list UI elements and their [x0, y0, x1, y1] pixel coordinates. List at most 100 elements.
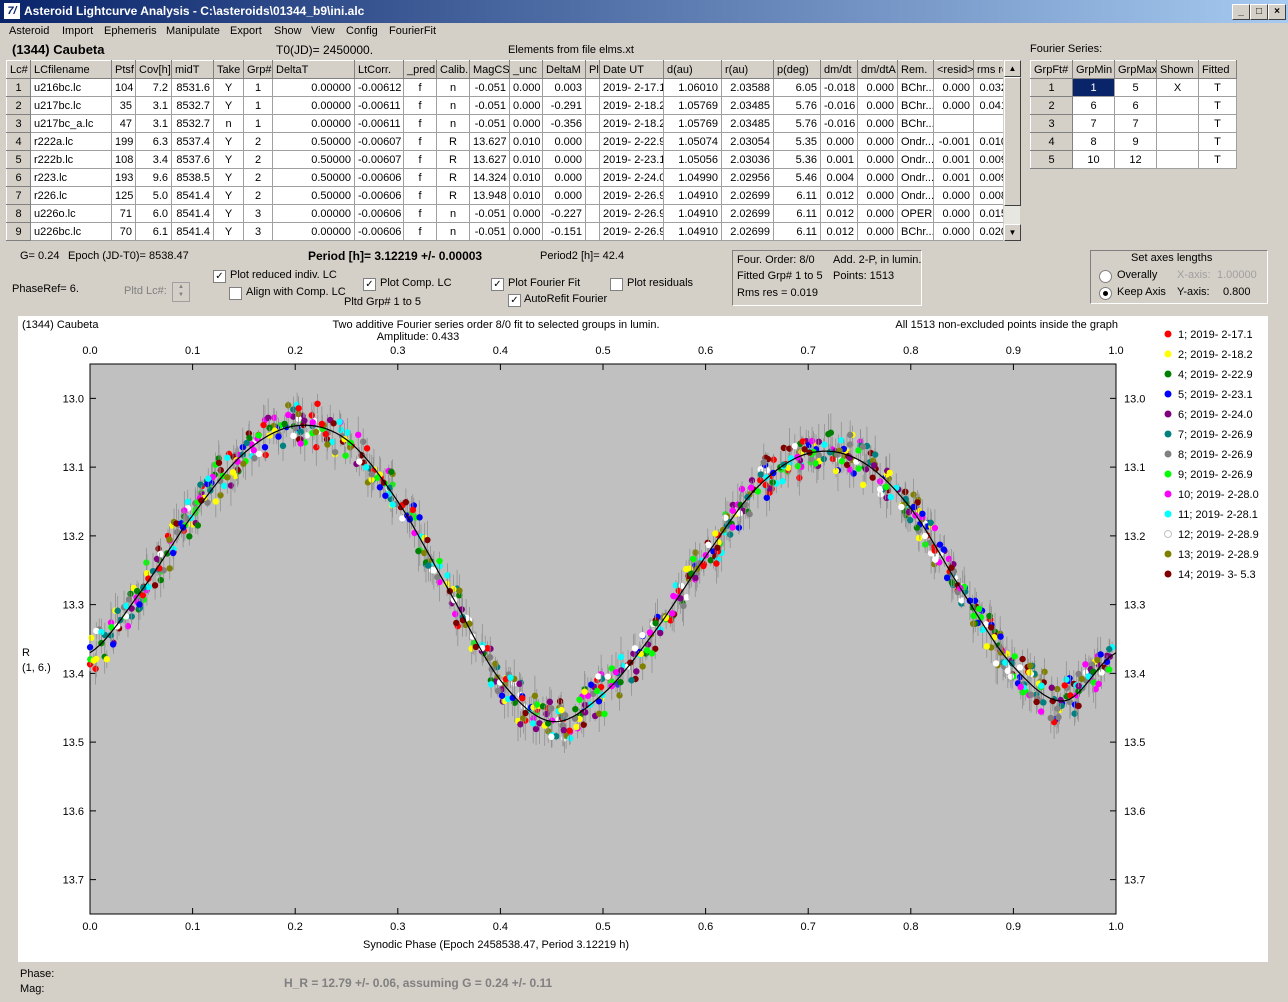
lc-column-header[interactable]: DeltaM: [542, 60, 586, 79]
table-cell[interactable]: 0.000: [509, 96, 543, 115]
table-cell[interactable]: BChr...: [897, 114, 934, 133]
table-cell[interactable]: 0.000: [857, 78, 898, 97]
table-cell[interactable]: 8531.6: [171, 78, 214, 97]
minimize-button[interactable]: _: [1232, 4, 1250, 20]
table-cell[interactable]: 5.35: [773, 132, 821, 151]
table-cell[interactable]: 8538.5: [171, 168, 214, 187]
table-cell[interactable]: 3.1: [135, 114, 172, 133]
table-cell[interactable]: Y: [213, 168, 244, 187]
table-cell[interactable]: 0.50000: [272, 132, 355, 151]
table-cell[interactable]: 108: [111, 150, 136, 169]
table-cell[interactable]: 9: [6, 222, 31, 241]
fourier-row[interactable]: 115XT: [1030, 78, 1237, 97]
menu-view[interactable]: View: [311, 25, 335, 37]
table-cell[interactable]: 125: [111, 186, 136, 205]
overally-radio[interactable]: [1099, 270, 1112, 283]
table-cell[interactable]: 0.000: [933, 222, 974, 241]
fourier-cell[interactable]: [1156, 150, 1199, 169]
table-cell[interactable]: 0.003: [542, 78, 586, 97]
table-cell[interactable]: 0.50000: [272, 186, 355, 205]
fourier-row[interactable]: 5 10 12 T: [1030, 150, 1237, 169]
y-axis-value[interactable]: 0.800: [1223, 286, 1251, 298]
menu-fourierfit[interactable]: FourierFit: [389, 25, 436, 37]
table-cell[interactable]: 1: [243, 96, 273, 115]
fourier-cell[interactable]: [1156, 132, 1199, 151]
fourier-cell[interactable]: 10: [1072, 150, 1115, 169]
table-cell[interactable]: 6: [6, 168, 31, 187]
table-cell[interactable]: 13.627: [469, 132, 510, 151]
table-cell[interactable]: -0.051: [469, 96, 510, 115]
table-cell[interactable]: f: [403, 96, 437, 115]
table-cell[interactable]: 2: [243, 132, 273, 151]
fourier-cell[interactable]: T: [1198, 114, 1237, 133]
table-cell[interactable]: 1.05769: [663, 114, 722, 133]
lc-column-header[interactable]: MagCS: [469, 60, 510, 79]
fourier-cell[interactable]: 12: [1114, 150, 1157, 169]
table-cell[interactable]: 13.948: [469, 186, 510, 205]
table-cell[interactable]: -0.00612: [354, 78, 404, 97]
table-cell[interactable]: u216bc.lc: [30, 78, 112, 97]
table-cell[interactable]: 2.03588: [721, 78, 774, 97]
table-cell[interactable]: -0.00611: [354, 96, 404, 115]
table-cell[interactable]: [585, 222, 600, 241]
x-axis-value[interactable]: 1.00000: [1217, 269, 1257, 281]
table-cell[interactable]: 6.05: [773, 78, 821, 97]
table-cell[interactable]: Ondr...: [897, 150, 934, 169]
table-cell[interactable]: 3.1: [135, 96, 172, 115]
table-cell[interactable]: 0.000: [857, 114, 898, 133]
table-row[interactable]: 9 u226bc.lc 70 6.1 8541.4 Y 3 0.00000 -0.00606 f n…: [6, 222, 1011, 241]
table-cell[interactable]: 4: [6, 132, 31, 151]
table-cell[interactable]: [585, 150, 600, 169]
table-cell[interactable]: 6.3: [135, 132, 172, 151]
lc-column-header[interactable]: Rem.: [897, 60, 934, 79]
table-cell[interactable]: 14.324: [469, 168, 510, 187]
table-cell[interactable]: [933, 114, 974, 133]
table-cell[interactable]: 2: [243, 150, 273, 169]
table-cell[interactable]: R: [436, 186, 470, 205]
lc-column-header[interactable]: d(au): [663, 60, 722, 79]
table-cell[interactable]: 2019- 2-17.1: [599, 78, 664, 97]
table-row[interactable]: 3 u217bc_a.lc 47 3.1 8532.7 n 1 0.00000 -0.00611…: [6, 114, 1011, 133]
table-cell[interactable]: 0.010: [509, 150, 543, 169]
table-cell[interactable]: 0.010: [509, 168, 543, 187]
table-cell[interactable]: 8532.7: [171, 114, 214, 133]
fourier-cell[interactable]: 4: [1030, 132, 1073, 151]
fourier-cell[interactable]: 5: [1030, 150, 1073, 169]
table-cell[interactable]: 0.000: [509, 204, 543, 223]
align-comp-checkbox[interactable]: [229, 287, 242, 300]
table-cell[interactable]: 0.000: [933, 204, 974, 223]
table-cell[interactable]: 8541.4: [171, 186, 214, 205]
table-cell[interactable]: Y: [213, 222, 244, 241]
table-cell[interactable]: r222b.lc: [30, 150, 112, 169]
table-cell[interactable]: 5.46: [773, 168, 821, 187]
table-cell[interactable]: -0.00606: [354, 204, 404, 223]
table-cell[interactable]: Y: [213, 204, 244, 223]
menu-export[interactable]: Export: [230, 25, 262, 37]
table-cell[interactable]: 1.06010: [663, 78, 722, 97]
table-cell[interactable]: 6.0: [135, 204, 172, 223]
plot-residuals-checkbox[interactable]: [610, 278, 623, 291]
table-cell[interactable]: -0.001: [933, 132, 974, 151]
table-cell[interactable]: 1.04910: [663, 222, 722, 241]
lc-column-header[interactable]: DeltaT: [272, 60, 355, 79]
table-cell[interactable]: 2.02699: [721, 222, 774, 241]
table-cell[interactable]: f: [403, 150, 437, 169]
table-cell[interactable]: -0.291: [542, 96, 586, 115]
table-cell[interactable]: Ondr...: [897, 168, 934, 187]
lc-column-header[interactable]: LtCorr.: [354, 60, 404, 79]
lc-column-header[interactable]: midT: [171, 60, 214, 79]
table-cell[interactable]: BChr...: [897, 96, 934, 115]
table-cell[interactable]: 0.00000: [272, 96, 355, 115]
fourier-cell[interactable]: 5: [1114, 78, 1157, 97]
table-cell[interactable]: [585, 132, 600, 151]
table-cell[interactable]: 0.000: [857, 222, 898, 241]
table-cell[interactable]: 2.02699: [721, 204, 774, 223]
table-cell[interactable]: 2019- 2-22.9: [599, 132, 664, 151]
table-cell[interactable]: 8537.6: [171, 150, 214, 169]
table-cell[interactable]: 3: [243, 222, 273, 241]
table-cell[interactable]: 0.000: [857, 204, 898, 223]
table-cell[interactable]: 2019- 2-23.1: [599, 150, 664, 169]
table-cell[interactable]: 0.000: [857, 150, 898, 169]
lc-column-header[interactable]: Take: [213, 60, 244, 79]
menu-show[interactable]: Show: [274, 25, 302, 37]
